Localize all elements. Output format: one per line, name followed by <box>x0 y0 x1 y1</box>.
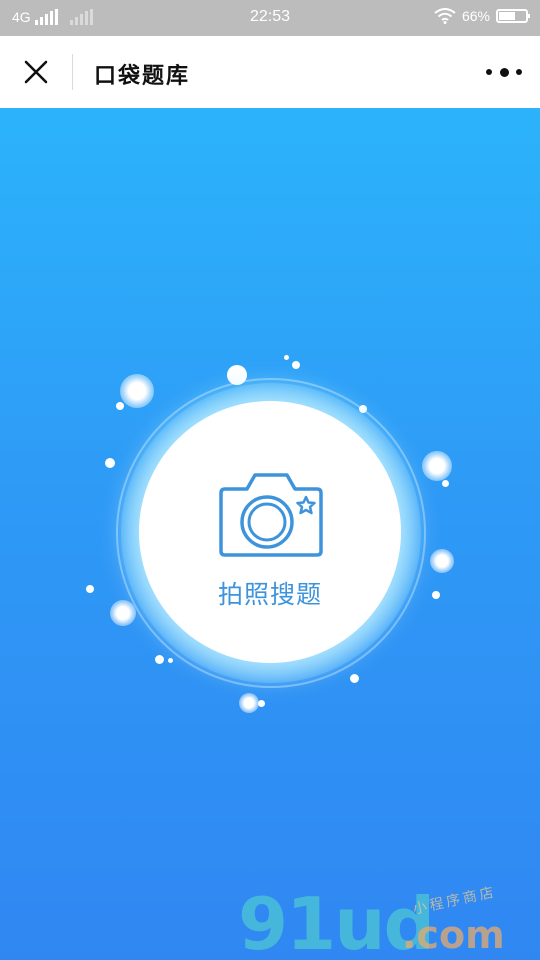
close-icon <box>24 60 48 84</box>
bubble <box>430 549 454 573</box>
bubble <box>110 600 136 626</box>
bubble <box>168 658 173 663</box>
battery-icon <box>496 9 530 23</box>
bubble <box>442 480 449 487</box>
camera-icon <box>219 473 323 557</box>
bubble <box>155 655 164 664</box>
status-bar: 4G 22:53 66% <box>0 0 540 36</box>
battery-percent: 66% <box>461 8 490 24</box>
bubble <box>105 458 115 468</box>
more-icon-dot <box>486 69 492 75</box>
page-title: 口袋题库 <box>94 63 191 89</box>
nav-divider <box>72 54 73 90</box>
bubble <box>116 402 124 410</box>
close-button[interactable] <box>18 54 54 90</box>
bubble <box>86 585 94 593</box>
photo-search-label: 拍照搜题 <box>217 580 322 609</box>
more-icon-dot <box>516 69 522 75</box>
bubble <box>239 693 259 713</box>
bubble <box>350 674 359 683</box>
more-icon-dot <box>499 67 509 77</box>
bubble <box>120 374 154 408</box>
bubble <box>284 355 289 360</box>
watermark-logo: 91ud .com 小程序商店 <box>238 884 538 960</box>
main-area: 拍照搜题 91ud .com 小程序商店 <box>0 108 540 960</box>
bubble <box>422 451 452 481</box>
battery-fill <box>499 12 515 20</box>
wifi-icon <box>434 8 456 24</box>
nav-bar: 口袋题库 <box>0 36 540 108</box>
photo-search-button[interactable]: 拍照搜题 <box>139 401 401 663</box>
bubble <box>258 700 265 707</box>
status-right: 66% <box>434 8 530 24</box>
bubble <box>432 591 440 599</box>
bubble <box>292 361 300 369</box>
more-button[interactable] <box>486 64 522 80</box>
